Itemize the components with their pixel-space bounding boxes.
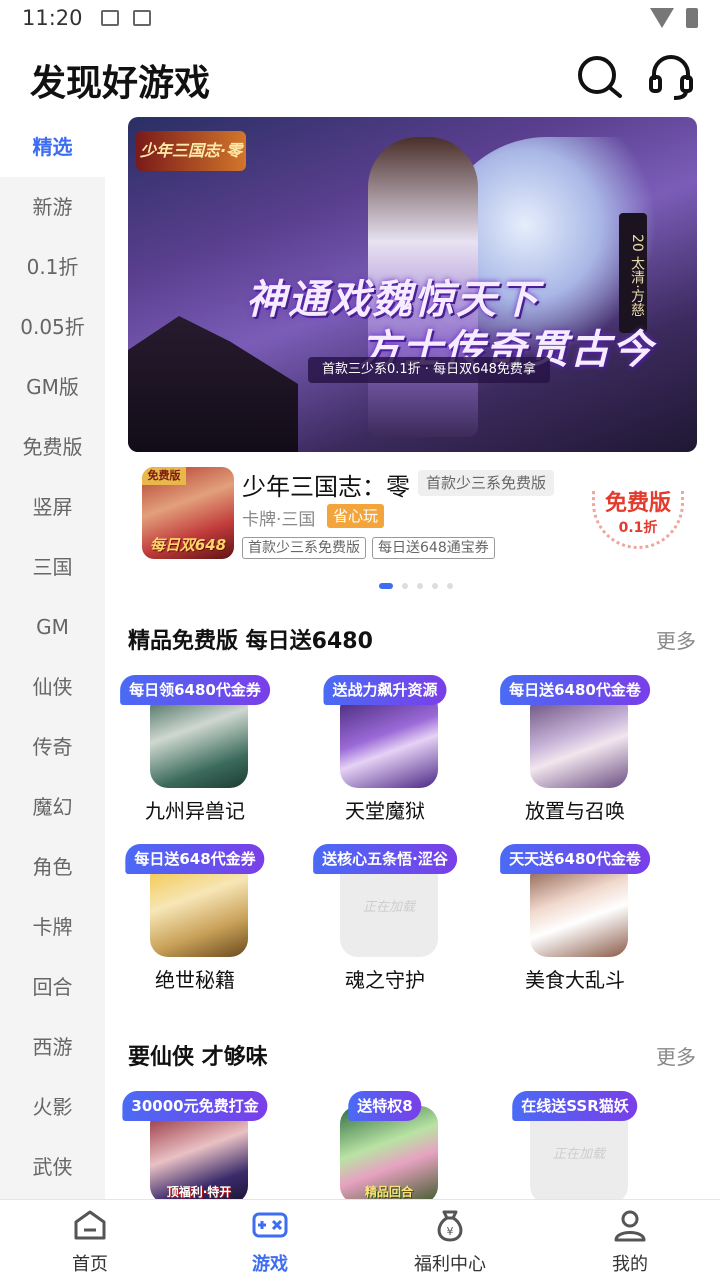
tab-label: 福利中心 [414,1254,486,1275]
sidebar-item-gm[interactable]: GM [0,597,105,657]
carousel-dot[interactable] [432,583,438,589]
bottom-tab-bar: 首页 游戏 ¥ 福利中心 我的 [0,1199,720,1280]
game-promo-tag: 送战力飙升资源 [323,675,447,705]
category-sidebar: 精选 新游 0.1折 0.05折 GM版 免费版 竖屏 三国 GM 仙侠 传奇 … [0,117,105,1199]
featured-game-name: 少年三国志：零 [242,473,410,501]
tab-home[interactable]: 首页 [0,1200,180,1280]
game-name: 九州异兽记 [145,799,245,823]
search-icon [578,56,622,98]
game-promo-tag: 送特权8 [348,1091,422,1121]
carousel-dot[interactable] [402,583,408,589]
featured-game-chips: 首款少三系免费版 每日送648通宝券 [242,537,495,559]
sidebar-item-new[interactable]: 新游 [0,177,105,237]
free-version-seal: 免费版 0.1折 [588,485,688,549]
status-time: 11:20 [22,6,83,30]
sidebar-item-rpg[interactable]: 角色 [0,837,105,897]
carousel-dot[interactable] [417,583,423,589]
sidebar-item-005-discount[interactable]: 0.05折 [0,297,105,357]
user-icon [614,1210,646,1242]
money-bag-icon: ¥ [437,1210,463,1242]
game-card[interactable]: 每日送6480代金卷 放置与召唤 [485,665,665,823]
game-card[interactable]: 送核心五条悟·涩谷 正在加载 魂之守护 [295,834,475,992]
sidebar-item-card[interactable]: 卡牌 [0,897,105,957]
image-notification-icon [100,10,119,26]
banner-game-logo: 少年三国志·零 [136,131,246,171]
game-card[interactable]: 30000元免费打金 顶福利·特开 [105,1081,285,1199]
sidebar-item-gm-version[interactable]: GM版 [0,357,105,417]
game-name: 魂之守护 [345,968,425,992]
sidebar-item-journey-west[interactable]: 西游 [0,1017,105,1077]
sidebar-item-three-kingdoms[interactable]: 三国 [0,537,105,597]
game-card[interactable]: 送特权8 精品回合 [295,1081,475,1199]
customer-service-button[interactable] [646,52,696,102]
tab-games[interactable]: 游戏 [180,1200,360,1280]
headset-icon [649,55,693,100]
game-card[interactable]: 在线送SSR猫妖 正在加载 [485,1081,665,1199]
game-card[interactable]: 每日领6480代金券 九州异兽记 [105,665,285,823]
sidebar-item-portrait[interactable]: 竖屏 [0,477,105,537]
game-promo-tag: 每日领6480代金券 [120,675,270,705]
wifi-icon [650,8,674,28]
game-name: 放置与召唤 [525,799,625,823]
home-icon [74,1210,106,1240]
featured-game-icon: 免费版 每日双648 [142,467,234,559]
featured-game-badge: 首款少三系免费版 [418,470,555,496]
featured-chip: 首款少三系免费版 [242,537,366,559]
featured-icon-ribbon: 免费版 [142,467,186,485]
sidebar-item-wuxia[interactable]: 武侠 [0,1137,105,1197]
search-button[interactable] [574,52,624,102]
featured-game[interactable]: 免费版 每日双648 少年三国志：零 首款少三系免费版 卡牌·三国 省心玩 首款… [142,467,692,559]
featured-game-category: 卡牌·三国 [242,510,316,530]
game-card[interactable]: 天天送6480代金卷 美食大乱斗 [485,834,665,992]
game-promo-tag: 送核心五条悟·涩谷 [313,844,457,874]
game-promo-tag: 每日送648代金券 [125,844,265,874]
section1-title: 精品免费版 每日送6480 [128,629,373,654]
game-icon-caption: 顶福利·特开 [166,1185,232,1199]
tab-profile[interactable]: 我的 [540,1200,720,1280]
sidebar-item-legend[interactable]: 传奇 [0,717,105,777]
game-name: 天堂魔狱 [345,799,425,823]
sidebar-item-featured[interactable]: 精选 [0,117,105,177]
tab-label: 首页 [72,1254,108,1275]
app-header: 发现好游戏 [0,36,720,116]
game-icon-caption: 精品回合 [364,1185,413,1199]
featured-chip: 每日送648通宝券 [372,537,495,559]
game-name: 绝世秘籍 [155,968,235,992]
sidebar-item-turn-based[interactable]: 回合 [0,957,105,1017]
promo-banner[interactable]: 少年三国志·零 20 太清·方慈 神通戏魏惊天下 方士传奇贯古今 首款三少系0.… [128,117,697,452]
game-card[interactable]: 送战力飙升资源 天堂魔狱 [295,665,475,823]
sidebar-item-free-version[interactable]: 免费版 [0,417,105,477]
game-promo-tag: 每日送6480代金卷 [500,675,650,705]
game-promo-tag: 在线送SSR猫妖 [512,1091,638,1121]
tab-label: 游戏 [252,1254,288,1275]
carousel-dot[interactable] [447,583,453,589]
tab-welfare-center[interactable]: ¥ 福利中心 [360,1200,540,1280]
section1-more-link[interactable]: 更多 [656,625,696,654]
gamepad-icon [252,1212,288,1238]
game-name: 美食大乱斗 [525,968,625,992]
svg-text:¥: ¥ [447,1225,454,1238]
game-card[interactable]: 每日送648代金券 绝世秘籍 [105,834,285,992]
featured-icon-caption: 每日双648 [149,536,227,554]
status-bar: 11:20 [0,0,720,36]
laurel-icon [592,491,684,549]
carousel-dot[interactable] [379,583,393,589]
featured-game-tag: 省心玩 [327,504,385,528]
section2-title: 要仙侠 才够味 [128,1045,268,1070]
game-promo-tag: 天天送6480代金卷 [500,844,650,874]
carousel-indicator [379,583,453,589]
sidebar-item-xianxia[interactable]: 仙侠 [0,657,105,717]
sidebar-item-fantasy[interactable]: 魔幻 [0,777,105,837]
text-notification-icon [132,10,151,26]
battery-icon [686,8,698,28]
banner-subline: 首款三少系0.1折 · 每日双648免费拿 [308,357,550,383]
tab-label: 我的 [612,1254,648,1275]
sidebar-item-01-discount[interactable]: 0.1折 [0,237,105,297]
main-content: 少年三国志·零 20 太清·方慈 神通戏魏惊天下 方士传奇贯古今 首款三少系0.… [105,117,720,1199]
page-title: 发现好游戏 [30,63,211,104]
sidebar-item-naruto[interactable]: 火影 [0,1077,105,1137]
section2-more-link[interactable]: 更多 [656,1041,696,1070]
game-promo-tag: 30000元免费打金 [122,1091,268,1121]
banner-character-tag: 20 太清·方慈 [619,213,647,333]
